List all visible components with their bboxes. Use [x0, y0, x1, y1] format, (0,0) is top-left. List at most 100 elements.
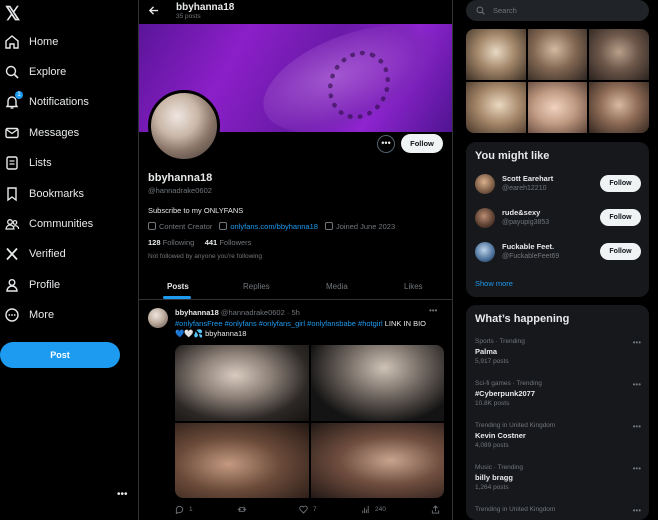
- trend-item[interactable]: Trending in United Kingdom •••: [475, 506, 641, 520]
- nav-messages[interactable]: Messages: [4, 121, 134, 145]
- trend-more-icon[interactable]: •••: [633, 422, 641, 431]
- trend-count: 4,089 posts: [475, 442, 509, 449]
- trend-context: Trending in United Kingdom: [475, 506, 556, 513]
- reply-icon: [175, 505, 184, 514]
- suggestion-row[interactable]: Fuckable Feet. @FuckableFeet69 Follow: [475, 238, 641, 266]
- media-thumbnail[interactable]: [527, 82, 588, 133]
- trend-item[interactable]: Music · Trending billy bragg 1,264 posts…: [475, 464, 641, 500]
- nav-verified-label: Verified: [29, 248, 66, 260]
- tweet-media-image[interactable]: [175, 345, 309, 421]
- suggestion-follow-button[interactable]: Follow: [600, 175, 641, 192]
- following-label: Following: [162, 238, 195, 247]
- trend-item[interactable]: Sports · Trending Palma 5,917 posts •••: [475, 338, 641, 374]
- trend-more-icon[interactable]: •••: [633, 464, 641, 473]
- followers-count: 441: [204, 238, 218, 247]
- nav-verified[interactable]: Verified: [4, 242, 134, 266]
- show-more-link[interactable]: Show more: [475, 279, 513, 288]
- search-box[interactable]: [466, 0, 649, 21]
- trend-more-icon[interactable]: •••: [633, 338, 641, 347]
- media-thumbnail[interactable]: [466, 29, 526, 80]
- trend-more-icon[interactable]: •••: [633, 380, 641, 389]
- profile-avatar[interactable]: [148, 90, 220, 162]
- tab-replies[interactable]: Replies: [243, 282, 270, 291]
- x-logo-icon[interactable]: 𝕏: [5, 3, 20, 26]
- tweet-author-name[interactable]: bbyhanna18: [175, 308, 219, 317]
- tweet-media-image[interactable]: [310, 422, 444, 498]
- heart-icon: [299, 505, 308, 514]
- nav-notifications[interactable]: 1 Notifications: [4, 90, 134, 114]
- nav-home[interactable]: Home: [4, 30, 134, 54]
- search-icon: [476, 6, 485, 15]
- tweet-handle-time: @hannadrake0602 · 5h: [220, 308, 300, 317]
- whats-happening-panel: What’s happening Sports · Trending Palma…: [466, 305, 649, 520]
- people-icon: [4, 216, 20, 232]
- trend-more-icon[interactable]: •••: [633, 506, 641, 515]
- nav-profile-label: Profile: [29, 279, 61, 291]
- post-button[interactable]: Post: [0, 342, 120, 368]
- profile-link-text[interactable]: onlyfans.com/bbyhanna18: [230, 222, 318, 231]
- profile-meta: Content Creator onlyfans.com/bbyhanna18 …: [148, 222, 395, 231]
- trend-item[interactable]: Trending in United Kingdom Kevin Costner…: [475, 422, 641, 458]
- share-button[interactable]: [431, 505, 440, 514]
- following-link[interactable]: 128 Following: [148, 238, 194, 247]
- tweet-media-grid: [175, 345, 444, 498]
- profile-link[interactable]: onlyfans.com/bbyhanna18: [219, 222, 318, 231]
- nav-lists[interactable]: Lists: [4, 151, 134, 175]
- right-sidebar: You might like Scott Earehart @eareh1221…: [466, 0, 649, 520]
- home-icon: [4, 34, 20, 50]
- like-button[interactable]: 7: [299, 505, 317, 514]
- tweet-avatar[interactable]: [148, 308, 168, 328]
- following-count: 128: [148, 238, 161, 247]
- tweet-more-icon[interactable]: •••: [429, 306, 437, 315]
- retweet-button[interactable]: [237, 505, 252, 514]
- x-logo-icon: [4, 246, 20, 262]
- trend-count: 10.8K posts: [475, 400, 510, 407]
- suggestion-name[interactable]: Scott Earehart: [502, 174, 553, 183]
- who-to-follow-title: You might like: [475, 150, 550, 162]
- media-thumbnail[interactable]: [589, 29, 649, 80]
- reply-button[interactable]: 1: [175, 505, 193, 514]
- nav-explore[interactable]: Explore: [4, 60, 134, 84]
- suggestion-follow-button[interactable]: Follow: [600, 243, 641, 260]
- nav-bookmarks[interactable]: Bookmarks: [4, 182, 134, 206]
- suggestion-row[interactable]: rude&sexy @payupig3853 Follow: [475, 204, 641, 232]
- back-arrow-icon[interactable]: [148, 5, 159, 16]
- left-navigation: 𝕏 Home Explore 1 Notifications Messages …: [0, 0, 138, 520]
- nav-more[interactable]: More: [4, 303, 134, 327]
- tab-media[interactable]: Media: [326, 282, 348, 291]
- tweet-media-image[interactable]: [175, 422, 309, 498]
- suggestion-name[interactable]: rude&sexy: [502, 208, 540, 217]
- trend-context: Music · Trending: [475, 464, 524, 471]
- tweet-hashtags[interactable]: #onlyfansFree #onlyfans #onlyfans_girl #…: [175, 319, 383, 328]
- media-thumbnail[interactable]: [589, 82, 649, 133]
- media-thumbnail[interactable]: [466, 82, 526, 133]
- nav-messages-label: Messages: [29, 127, 80, 139]
- tweet[interactable]: bbyhanna18 @hannadrake0602 · 5h ••• #onl…: [139, 301, 452, 520]
- followers-link[interactable]: 441 Followers: [205, 238, 252, 247]
- tweet-media-image[interactable]: [310, 345, 444, 421]
- suggestion-follow-button[interactable]: Follow: [600, 209, 641, 226]
- profile-bio: Subscribe to my ONLYFANS: [148, 206, 244, 215]
- trend-item[interactable]: Sci-fi games · Trending #Cyberpunk2077 1…: [475, 380, 641, 416]
- search-input[interactable]: [493, 6, 633, 15]
- suggestion-row[interactable]: Scott Earehart @eareh12210 Follow: [475, 170, 641, 198]
- suggestion-avatar[interactable]: [475, 174, 495, 194]
- profile-column: bbyhanna18 35 posts ••• Follow bbyhanna1…: [138, 0, 453, 520]
- person-icon: [4, 277, 20, 293]
- tab-posts[interactable]: Posts: [167, 282, 189, 291]
- nav-profile[interactable]: Profile: [4, 273, 134, 297]
- header-post-count: 35 posts: [176, 13, 201, 20]
- suggestion-avatar[interactable]: [475, 208, 495, 228]
- profile-more-button[interactable]: •••: [377, 135, 395, 153]
- tweet-header: bbyhanna18 @hannadrake0602 · 5h: [175, 308, 300, 317]
- suggestion-avatar[interactable]: [475, 242, 495, 262]
- tweet-text: #onlyfansFree #onlyfans #onlyfans_girl #…: [175, 319, 437, 339]
- follow-button[interactable]: Follow: [401, 134, 443, 153]
- profile-name: bbyhanna18: [148, 172, 213, 184]
- tab-likes[interactable]: Likes: [404, 282, 423, 291]
- views-button[interactable]: 240: [361, 505, 386, 514]
- nav-communities[interactable]: Communities: [4, 212, 134, 236]
- account-menu-icon[interactable]: •••: [117, 489, 128, 500]
- suggestion-name[interactable]: Fuckable Feet.: [502, 242, 554, 251]
- media-thumbnail[interactable]: [527, 29, 588, 80]
